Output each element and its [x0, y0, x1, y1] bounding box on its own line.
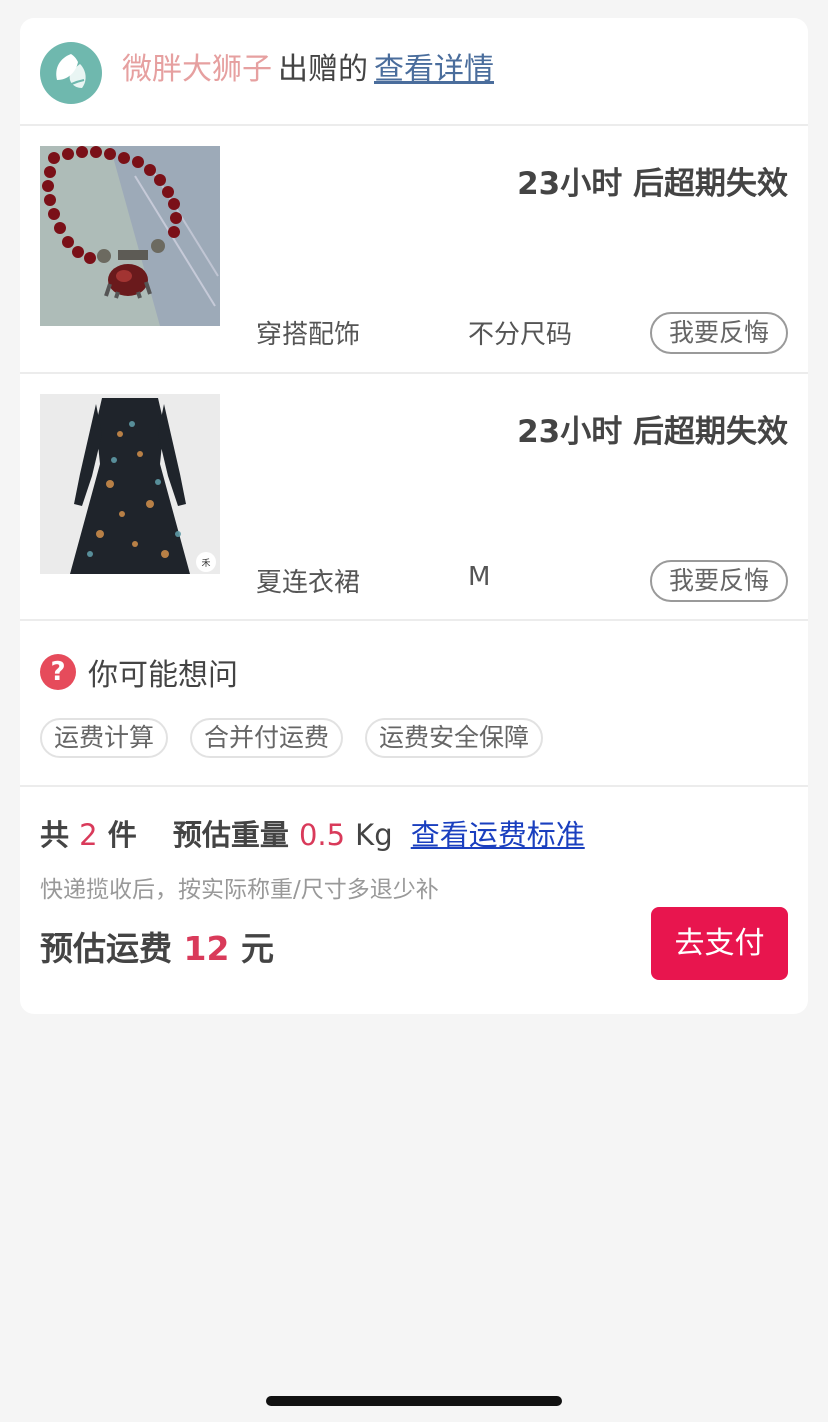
divider	[20, 785, 808, 787]
donated-label: 出赠的	[278, 52, 368, 87]
home-indicator[interactable]	[266, 1396, 562, 1406]
shipping-standard-link[interactable]: 查看运费标准	[411, 818, 585, 852]
faq-chip-merge-shipping[interactable]: 合并付运费	[190, 718, 344, 758]
item-size: M	[468, 562, 491, 592]
regret-button[interactable]: 我要反悔	[650, 560, 788, 602]
svg-text:禾: 禾	[201, 558, 210, 569]
donor-header: 微胖大狮子 出赠的 查看详情	[20, 18, 808, 124]
order-summary-line: 共 2 件 预估重量 0.5 Kg 查看运费标准	[40, 812, 585, 854]
item-row: 23小时 后超期失效 穿搭配饰 不分尺码 我要反悔	[20, 126, 808, 372]
bracelet-image[interactable]	[40, 146, 220, 326]
fee-unit: 元	[240, 929, 274, 968]
fee-label: 预估运费	[40, 929, 172, 968]
faq-title: ? 你可能想问	[40, 650, 238, 694]
count-prefix: 共	[40, 818, 70, 852]
item-row: 禾 23小时 后超期失效 夏连衣裙 M 我要反悔	[20, 374, 808, 620]
weight-value: 0.5	[298, 818, 346, 852]
faq-chip-shipping-safety[interactable]: 运费安全保障	[365, 718, 544, 758]
faq-chip-shipping-calc[interactable]: 运费计算	[40, 718, 169, 758]
item-category: 夏连衣裙	[256, 568, 361, 598]
item-size: 不分尺码	[468, 320, 573, 350]
count-unit: 件	[107, 818, 137, 852]
dress-image[interactable]: 禾	[40, 394, 220, 574]
weight-label: 预估重量	[172, 818, 289, 852]
item-category: 穿搭配饰	[256, 320, 361, 350]
view-detail-link[interactable]: 查看详情	[374, 52, 494, 87]
divider	[20, 619, 808, 621]
fee-value: 12	[183, 929, 230, 968]
expire-countdown: 23小时 后超期失效	[517, 414, 788, 450]
estimated-fee: 预估运费 12 元	[40, 922, 274, 970]
regret-button[interactable]: 我要反悔	[650, 312, 788, 354]
question-icon: ?	[40, 654, 76, 690]
faq-title-label: 你可能想问	[88, 658, 238, 693]
pay-button[interactable]: 去支付	[651, 907, 788, 980]
donor-line: 微胖大狮子 出赠的 查看详情	[122, 48, 494, 92]
donor-name[interactable]: 微胖大狮子	[122, 52, 272, 87]
donation-card: 微胖大狮子 出赠的 查看详情 23小时 后超期失效 穿搭配饰 不分尺码 我要反悔…	[20, 18, 808, 1014]
weight-unit: Kg	[355, 818, 393, 852]
faq-chips: 运费计算 合并付运费 运费安全保障	[40, 718, 565, 758]
leaf-logo-icon	[40, 42, 102, 104]
shipping-note: 快递揽收后，按实际称重/尺寸多退少补	[40, 877, 439, 903]
item-count: 2	[79, 818, 98, 852]
expire-countdown: 23小时 后超期失效	[517, 166, 788, 202]
